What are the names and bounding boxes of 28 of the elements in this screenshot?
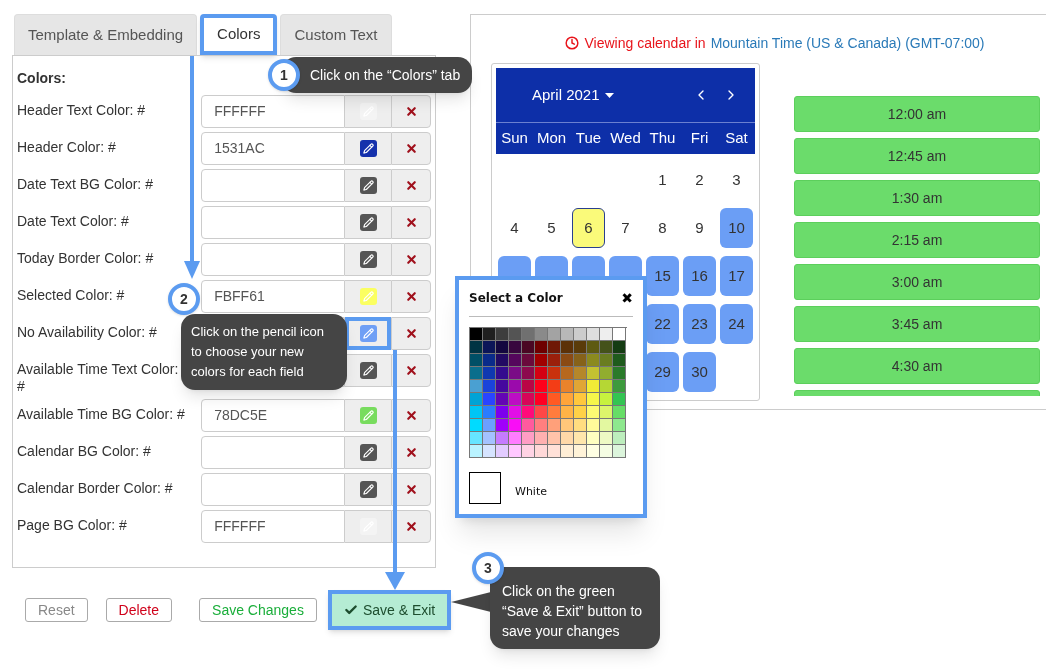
field-label: Available Time BG Color: # — [17, 406, 185, 422]
weekday-label: Thu — [648, 128, 677, 149]
field-label: Today Border Color: # — [17, 250, 154, 266]
current-color-name: White — [515, 483, 547, 500]
field-label: Header Text Color: # — [17, 102, 146, 118]
step-tooltip: Click on the pencil icon to choose your new colors for each field — [181, 314, 347, 390]
field-label: Available Time Text Color: # — [17, 361, 179, 394]
popup-title: Select a Color — [469, 290, 563, 307]
field-label: Calendar BG Color: # — [17, 443, 151, 459]
field-label: Selected Color: # — [17, 287, 125, 303]
weekday-label: Tue — [574, 128, 603, 149]
field-label: Date Text BG Color: # — [17, 176, 153, 192]
step-badge: 3 — [472, 552, 504, 584]
weekday-label: Fri — [689, 128, 710, 149]
step-badge: 1 — [268, 59, 300, 91]
timezone-prefix: Viewing calendar in — [584, 33, 706, 53]
field-label: Date Text Color: # — [17, 213, 129, 229]
step-tooltip: Click on the green “Save & Exit” button to save your changes — [490, 567, 660, 649]
weekday-label: Sat — [724, 128, 749, 149]
field-label: Calendar Border Color: # — [17, 480, 173, 496]
field-label: Page BG Color: # — [17, 517, 127, 533]
weekday-label: Sun — [500, 128, 529, 149]
step-badge: 2 — [168, 283, 200, 315]
weekday-label: Wed — [609, 128, 642, 149]
weekday-label: Mon — [535, 128, 568, 149]
field-label: No Availability Color: # — [17, 324, 157, 340]
section-title: Colors: — [17, 70, 66, 86]
field-label: Header Color: # — [17, 139, 116, 155]
